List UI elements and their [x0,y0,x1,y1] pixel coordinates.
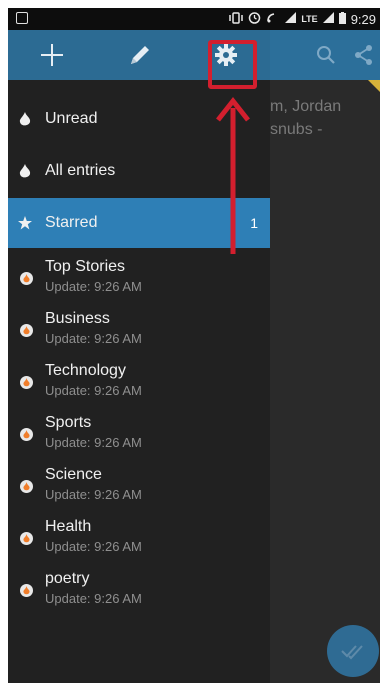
feed-item-poetry[interactable]: poetry Update: 9:26 AM [8,566,270,618]
alarm-icon [248,11,261,27]
app-screen: LTE 9:29 m, Jordan snubs - Unread All en… [8,8,380,683]
feed-item-sports[interactable]: Sports Update: 9:26 AM [8,410,270,462]
double-check-icon [341,645,363,660]
feed-icon [20,428,33,441]
clock: 9:29 [350,11,376,27]
article-list [270,80,380,683]
feed-icon [20,272,33,285]
settings-highlight-box [208,40,257,89]
share-icon[interactable] [354,44,374,66]
feed-update-time: Update: 9:26 AM [45,591,142,606]
feed-item-technology[interactable]: Technology Update: 9:26 AM [8,358,270,410]
article-title-line-2: snubs - [270,121,323,138]
add-feed-button[interactable] [32,30,72,80]
flame-icon [18,111,32,127]
feed-title: Business [45,310,110,327]
article-title-preview[interactable]: m, Jordan snubs - [270,95,341,141]
feed-update-time: Update: 9:26 AM [45,435,142,450]
drawer-item-label: Starred [45,214,98,231]
vibrate-icon [229,11,244,27]
annotation-arrow-icon [216,96,250,254]
battery-icon [338,11,346,27]
feed-icon [20,376,33,389]
article-title-line-1: m, Jordan [270,98,342,115]
drawer-item-label: Unread [45,110,98,127]
status-icons: LTE 9:29 [229,11,376,27]
edit-feeds-button[interactable] [120,30,160,80]
flame-icon [18,163,32,179]
drawer-item-label: All entries [45,162,116,179]
gallery-notification-icon [16,12,28,24]
feed-icon [20,532,33,545]
search-icon[interactable] [316,45,336,65]
status-bar: LTE 9:29 [8,8,380,30]
feed-icon [20,480,33,493]
feed-item-health[interactable]: Health Update: 9:26 AM [8,514,270,566]
feed-item-science[interactable]: Science Update: 9:26 AM [8,462,270,514]
plus-icon [41,44,63,66]
feed-icon [20,324,33,337]
star-icon [18,215,32,231]
feed-update-time: Update: 9:26 AM [45,487,142,502]
pencil-icon [131,46,149,64]
mark-all-read-button[interactable] [327,625,379,677]
feed-icon [20,584,33,597]
feed-title: Top Stories [45,258,126,275]
feed-item-business[interactable]: Business Update: 9:26 AM [8,306,270,358]
feed-update-time: Update: 9:26 AM [45,383,142,398]
signal-icon-2 [322,12,334,26]
feed-update-time: Update: 9:26 AM [45,279,142,294]
lte-label: LTE [301,14,318,24]
feed-title: Sports [45,414,92,431]
unread-corner-marker [368,80,380,92]
feed-update-time: Update: 9:26 AM [45,331,142,346]
wifi-call-icon [266,12,280,27]
signal-icon [285,12,297,26]
feed-item-top-stories[interactable]: Top Stories Update: 9:26 AM [8,254,270,306]
feed-update-time: Update: 9:26 AM [45,539,142,554]
feed-title: Health [45,518,92,535]
feed-title: poetry [45,570,90,587]
feed-title: Technology [45,362,126,379]
feed-title: Science [45,466,102,483]
